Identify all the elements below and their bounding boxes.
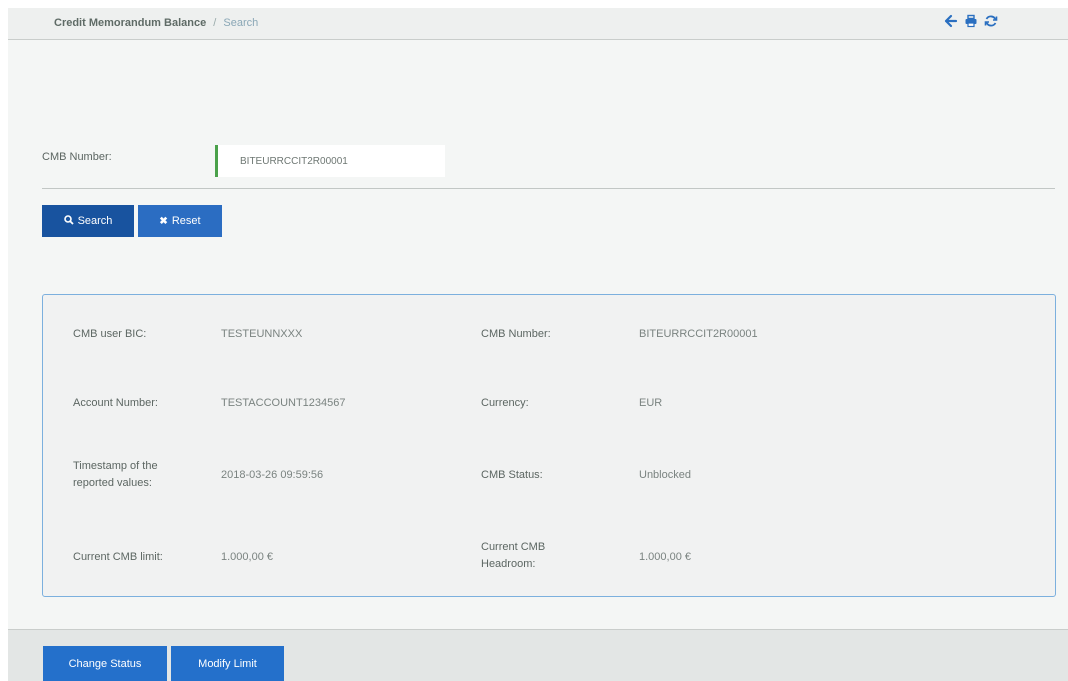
toolbar bbox=[944, 14, 998, 28]
reset-button-label: Reset bbox=[171, 215, 201, 227]
breadcrumb-separator: / bbox=[213, 17, 217, 29]
top-bar: Credit Memorandum Balance / Search bbox=[8, 8, 1068, 40]
currency-value: EUR bbox=[639, 397, 663, 409]
print-icon[interactable] bbox=[964, 14, 978, 28]
back-arrow-icon[interactable] bbox=[944, 14, 958, 28]
current-headroom-value: 1.000,00 € bbox=[639, 551, 691, 563]
timestamp-value: 2018-03-26 09:59:56 bbox=[221, 469, 324, 481]
breadcrumb: Credit Memorandum Balance / Search bbox=[54, 17, 258, 29]
cmb-status-label: CMB Status: bbox=[481, 469, 543, 481]
close-icon: ✖ bbox=[159, 215, 168, 227]
refresh-icon[interactable] bbox=[984, 14, 998, 28]
cmb-number-detail-label: CMB Number: bbox=[481, 328, 551, 340]
search-button-label: Search bbox=[77, 215, 113, 227]
cmb-details-panel: CMB user BIC: TESTEUNNXXX CMB Number: BI… bbox=[42, 294, 1056, 597]
current-limit-value: 1.000,00 € bbox=[221, 551, 273, 563]
timestamp-label-line2: reported values: bbox=[73, 477, 152, 489]
cmb-number-input[interactable] bbox=[218, 145, 445, 177]
breadcrumb-current: Search bbox=[223, 17, 259, 29]
current-headroom-label-line1: Current CMB bbox=[481, 541, 546, 553]
timestamp-label-line1: Timestamp of the bbox=[73, 460, 158, 472]
search-icon bbox=[63, 214, 74, 228]
cmb-number-field-wrapper bbox=[215, 145, 445, 177]
cmb-number-detail-value: BITEURRCCIT2R00001 bbox=[639, 328, 758, 340]
footer-bar bbox=[8, 629, 1068, 681]
modify-limit-button[interactable]: Modify Limit bbox=[171, 646, 284, 681]
cmb-user-bic-value: TESTEUNNXXX bbox=[221, 328, 303, 340]
cmb-status-value: Unblocked bbox=[639, 469, 691, 481]
currency-label: Currency: bbox=[481, 397, 529, 409]
cmb-number-label: CMB Number: bbox=[42, 151, 112, 163]
reset-button[interactable]: ✖ Reset bbox=[138, 205, 222, 237]
current-headroom-label-line2: Headroom: bbox=[481, 558, 536, 570]
cmb-user-bic-label: CMB user BIC: bbox=[73, 328, 147, 340]
breadcrumb-parent[interactable]: Credit Memorandum Balance bbox=[54, 17, 206, 29]
account-number-value: TESTACCOUNT1234567 bbox=[221, 397, 346, 409]
current-limit-label: Current CMB limit: bbox=[73, 551, 163, 563]
divider bbox=[42, 188, 1055, 189]
search-button[interactable]: Search bbox=[42, 205, 134, 237]
change-status-button[interactable]: Change Status bbox=[43, 646, 167, 681]
account-number-label: Account Number: bbox=[73, 397, 158, 409]
